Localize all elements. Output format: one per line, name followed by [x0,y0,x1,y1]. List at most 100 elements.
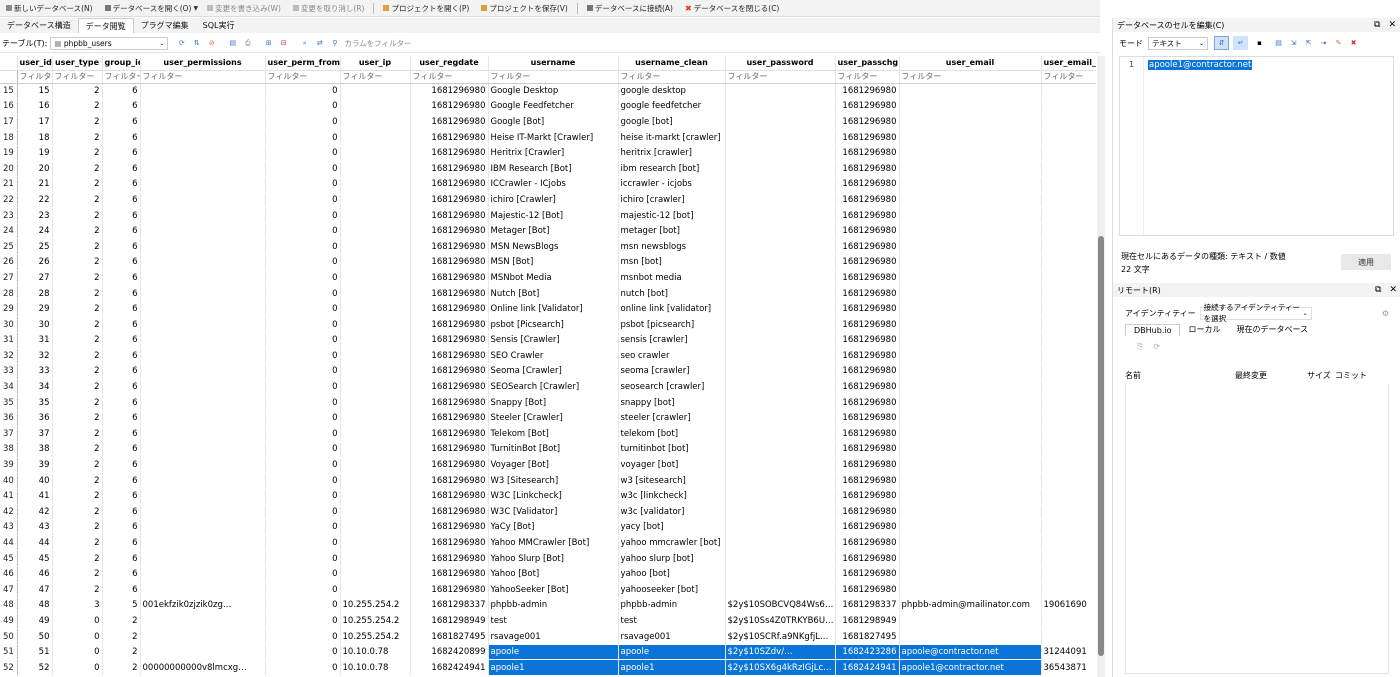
table-cell[interactable]: 43 [17,519,53,536]
table-cell[interactable]: 6 [102,176,141,193]
table-cell[interactable]: 25 [17,238,53,256]
table-cell[interactable]: 1681296980 [410,394,489,411]
table-cell[interactable]: 26 [17,254,53,271]
table-cell[interactable]: 1681296980 [410,207,489,224]
table-cell[interactable]: 6 [102,504,141,521]
table-cell[interactable] [899,129,1042,146]
table-cell[interactable]: Sensis [Crawler] [488,332,619,349]
table-cell[interactable]: 2 [102,628,141,645]
table-cell[interactable]: 1681296980 [410,566,489,583]
table-cell[interactable]: 6 [102,270,141,287]
table-cell[interactable] [340,410,411,427]
table-cell[interactable] [899,488,1042,505]
table-cell[interactable]: apoole [618,644,726,661]
refresh-icon[interactable]: ⟳ [1153,342,1160,352]
table-cell[interactable]: 0 [265,644,341,661]
table-cell[interactable] [899,348,1042,365]
table-cell[interactable]: 2 [52,472,103,489]
table-cell[interactable]: 1681296980 [410,114,489,131]
table-cell[interactable]: $2y$10SX6g4kRzIGjLc… [725,659,836,677]
table-cell[interactable] [340,129,411,146]
table-cell[interactable]: 0 [265,426,341,443]
table-cell[interactable]: online link [validator] [618,301,726,318]
table-cell[interactable]: 41 [17,488,53,505]
table-cell[interactable] [1041,550,1096,567]
table-cell[interactable] [899,363,1042,380]
table-cell[interactable]: turnitinbot [bot] [618,441,726,458]
table-cell[interactable]: 31244091 [1041,644,1096,661]
table-cell[interactable]: test [488,613,619,630]
table-cell[interactable]: $2y$10SCRf.a9NKgfjL… [725,628,836,645]
table-cell[interactable] [140,83,266,100]
table-cell[interactable]: 6 [102,129,141,146]
table-cell[interactable] [725,566,836,583]
table-cell[interactable] [140,145,266,162]
table-cell[interactable] [1041,504,1096,521]
table-cell[interactable]: 6 [102,285,141,302]
table-cell[interactable]: 0 [265,566,341,583]
table-cell[interactable] [340,379,411,396]
table-cell[interactable]: 2 [52,98,103,115]
table-cell[interactable]: seoma [crawler] [618,363,726,380]
close-icon[interactable]: ✕ [1389,285,1397,295]
table-cell[interactable] [1041,270,1096,287]
table-cell[interactable] [899,628,1042,645]
table-cell[interactable] [140,613,266,630]
table-cell[interactable]: 1681296980 [410,83,489,100]
table-cell[interactable]: 0 [265,316,341,333]
column-header[interactable]: username_clean [618,56,726,71]
column-header[interactable]: user_perm_from [265,56,341,71]
column-filter-field[interactable]: フィルター [618,70,726,84]
table-cell[interactable]: 1681296980 [835,207,900,224]
table-cell[interactable] [899,379,1042,396]
table-cell[interactable]: 1681296980 [835,238,900,256]
table-cell[interactable]: 38 [17,441,53,458]
table-cell[interactable]: 6 [102,254,141,271]
table-cell[interactable]: 6 [102,550,141,567]
attach-database-button[interactable]: データベースに接続(A) [581,0,679,17]
table-cell[interactable] [340,457,411,474]
replace-icon[interactable]: ⇄ [312,36,327,50]
table-cell[interactable]: 2 [52,379,103,396]
table-cell[interactable] [899,472,1042,489]
table-cell[interactable]: sensis [crawler] [618,332,726,349]
table-cell[interactable] [899,145,1042,162]
table-cell[interactable] [725,222,836,240]
table-cell[interactable]: 52 [17,659,53,677]
table-cell[interactable]: 0 [265,597,341,614]
table-cell[interactable] [899,176,1042,193]
save-view-icon[interactable]: ▤ [225,36,240,50]
table-cell[interactable]: 0 [265,504,341,521]
table-row[interactable]: 31 31 2 6 0 1681296980 Sensis [Crawler] sensis … [0,332,1096,349]
table-cell[interactable] [725,348,836,365]
table-cell[interactable] [1041,628,1096,645]
table-cell[interactable]: 24 [17,222,53,240]
table-cell[interactable]: Online link [Validator] [488,301,619,318]
import-icon[interactable]: ⇲ [1286,36,1301,50]
table-cell[interactable]: ichiro [Crawler] [488,192,619,209]
table-cell[interactable] [140,566,266,583]
table-cell[interactable]: 6 [102,394,141,411]
table-row[interactable]: 28 28 2 6 0 1681296980 Nutch [Bot] nutch [bot] 1… [0,285,1096,302]
table-cell[interactable]: 1681298949 [410,613,489,630]
table-cell[interactable] [899,98,1042,115]
table-cell[interactable]: 0 [52,644,103,661]
column-filter-field[interactable]: フィルター [17,70,53,84]
table-cell[interactable] [725,332,836,349]
table-cell[interactable]: iccrawler - icjobs [618,176,726,193]
table-cell[interactable]: w3c [validator] [618,504,726,521]
table-cell[interactable]: google [bot] [618,114,726,131]
table-cell[interactable]: 6 [102,98,141,115]
table-cell[interactable]: 1681296980 [835,285,900,302]
new-database-button[interactable]: 新しいデータベース(N) [0,0,99,17]
table-cell[interactable]: 6 [102,238,141,256]
table-cell[interactable]: 47 [17,582,53,599]
table-cell[interactable] [340,222,411,240]
table-cell[interactable]: 6 [102,114,141,131]
table-cell[interactable]: 1681296980 [835,114,900,131]
table-cell[interactable]: 2 [52,535,103,552]
table-cell[interactable]: Yahoo Slurp [Bot] [488,550,619,567]
table-row[interactable]: 34 34 2 6 0 1681296980 SEOSearch [Crawler] seos… [0,379,1096,396]
table-cell[interactable]: 1681827495 [835,628,900,645]
table-cell[interactable]: 1681296980 [835,270,900,287]
